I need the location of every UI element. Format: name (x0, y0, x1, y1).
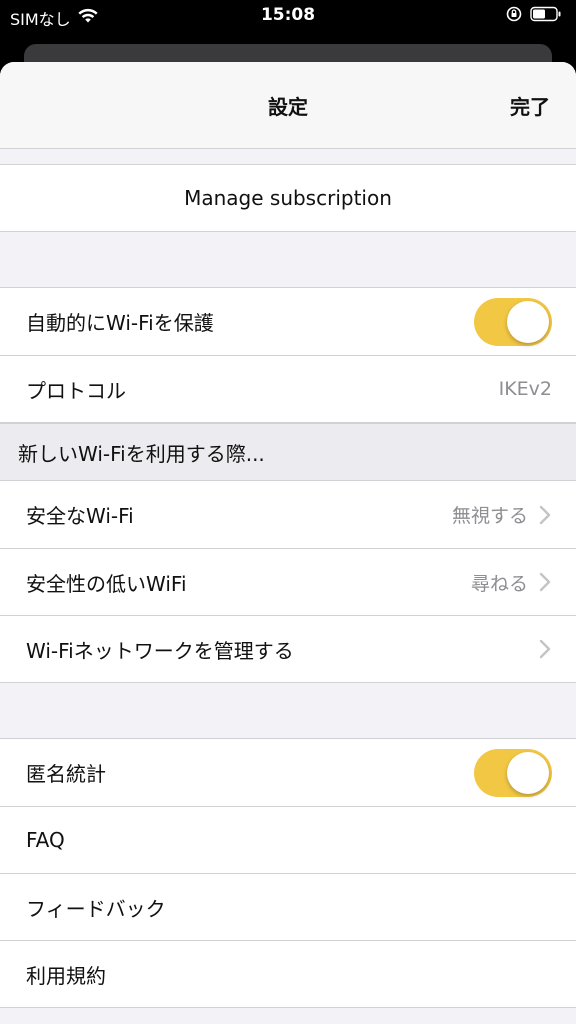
terms-row[interactable]: 利用規約 (0, 940, 576, 1007)
faq-row[interactable]: FAQ (0, 806, 576, 873)
status-time: 15:08 (260, 5, 316, 25)
secure-wifi-label: 安全なWi-Fi (26, 504, 134, 528)
settings-sheet: 設定 完了 Manage subscription 自動的にWi-Fiを保護 プ… (0, 62, 576, 1024)
status-bar: SIMなし 15:08 (0, 0, 576, 34)
manage-subscription-button[interactable]: Manage subscription (0, 165, 576, 231)
auto-protect-toggle[interactable] (474, 297, 552, 346)
spacer (0, 149, 576, 164)
unsecure-wifi-label: 安全性の低いWiFi (26, 571, 187, 596)
anonymous-stats-row: 匿名統計 (0, 739, 576, 806)
navigation-bar: 設定 完了 (0, 62, 576, 149)
screen: SIMなし 15:08 設定 完了 Manage subscription 自動… (0, 0, 576, 1024)
terms-label: 利用規約 (26, 963, 106, 988)
unsecure-wifi-value: 尋ねる (470, 572, 528, 595)
unsecure-wifi-row[interactable]: 安全性の低いWiFi 尋ねる (0, 548, 576, 615)
feedback-label: フィードバック (26, 896, 166, 921)
subscription-group: Manage subscription (0, 164, 576, 232)
protocol-value: IKEv2 (498, 378, 552, 400)
protocol-label: プロトコル (26, 378, 126, 403)
protocol-row[interactable]: プロトコル IKEv2 (0, 355, 576, 422)
done-button[interactable]: 完了 (510, 91, 550, 120)
secure-wifi-value: 無視する (451, 505, 528, 527)
anonymous-stats-label: 匿名統計 (26, 762, 106, 786)
battery-icon (530, 6, 562, 26)
toggle-knob (507, 300, 549, 343)
auto-protect-row: 自動的にWi-Fiを保護 (0, 288, 576, 355)
protection-group: 自動的にWi-Fiを保護 プロトコル IKEv2 (0, 287, 576, 423)
misc-group: 匿名統計 FAQ フィードバック 利用規約 (0, 738, 576, 1008)
spacer (0, 232, 576, 287)
feedback-row[interactable]: フィードバック (0, 873, 576, 940)
chevron-right-icon (539, 639, 551, 659)
status-right (506, 6, 562, 26)
orientation-lock-icon (506, 6, 522, 26)
new-wifi-group: 安全なWi-Fi 無視する 安全性の低いWiFi 尋ねる Wi-Fiネットワーク… (0, 480, 576, 683)
page-title: 設定 (268, 95, 308, 119)
new-wifi-section-header: 新しいWi-Fiを利用する際... (0, 423, 576, 480)
anonymous-stats-toggle[interactable] (474, 748, 552, 797)
auto-protect-label: 自動的にWi-Fiを保護 (26, 311, 214, 335)
chevron-right-icon (539, 505, 551, 524)
manage-wifi-networks-row[interactable]: Wi-Fiネットワークを管理する (0, 615, 576, 682)
spacer (0, 683, 576, 738)
secure-wifi-row[interactable]: 安全なWi-Fi 無視する (0, 481, 576, 548)
chevron-right-icon (539, 572, 551, 592)
toggle-knob (507, 751, 549, 794)
manage-wifi-networks-label: Wi-Fiネットワークを管理する (26, 638, 294, 663)
faq-label: FAQ (26, 828, 65, 852)
